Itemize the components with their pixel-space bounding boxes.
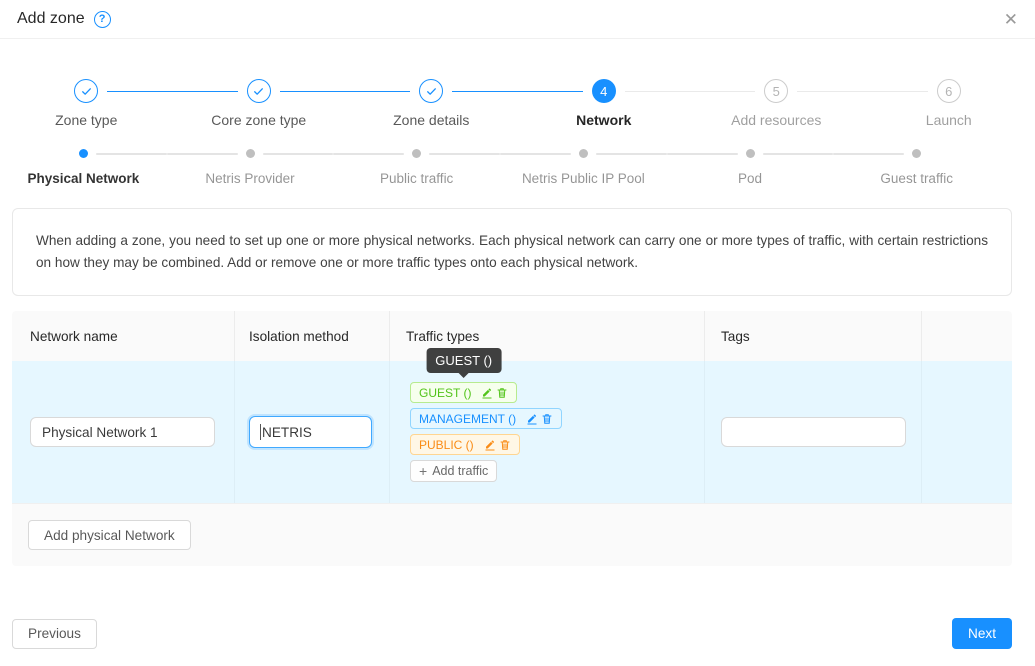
substep-physical-network: Physical Network — [0, 149, 167, 186]
tags-input[interactable] — [721, 417, 906, 447]
table-footer: Add physical Network — [12, 503, 1012, 566]
edit-icon[interactable] — [481, 387, 493, 399]
step-add-resources: 5 Add resources — [690, 79, 863, 128]
step-label: Zone type — [55, 112, 117, 128]
delete-icon[interactable] — [499, 439, 511, 451]
table-header: Network name Isolation method Traffic ty… — [12, 311, 1012, 361]
edit-icon[interactable] — [484, 439, 496, 451]
text-caret — [260, 424, 261, 440]
substep-label: Pod — [738, 171, 762, 186]
column-header-network-name: Network name — [12, 311, 235, 361]
traffic-tag-guest: GUEST () — [410, 382, 517, 403]
next-button[interactable]: Next — [952, 618, 1012, 649]
substep-label: Physical Network — [27, 171, 139, 186]
column-header-isolation-method: Isolation method — [235, 311, 390, 361]
wizard-actions: Previous Next — [12, 618, 1012, 649]
step-label: Launch — [926, 112, 972, 128]
network-name-input[interactable] — [30, 417, 215, 447]
dialog-title: Add zone — [17, 10, 85, 28]
step-number: 4 — [592, 79, 616, 103]
network-substeps: Physical Network Netris Provider Public … — [0, 149, 1000, 186]
step-label: Add resources — [731, 112, 821, 128]
substep-pod: Pod — [667, 149, 834, 186]
physical-network-table: Network name Isolation method Traffic ty… — [12, 311, 1012, 566]
substep-netris-provider: Netris Provider — [167, 149, 334, 186]
step-number: 6 — [937, 79, 961, 103]
table-row: NETRIS GUEST () GUEST () MANAGEMENT () — [12, 361, 1012, 503]
plus-icon: + — [419, 464, 427, 478]
step-label: Network — [576, 112, 631, 128]
add-physical-network-button[interactable]: Add physical Network — [28, 520, 191, 550]
substep-label: Netris Provider — [205, 171, 294, 186]
traffic-tag-management: MANAGEMENT () — [410, 408, 562, 429]
add-traffic-button[interactable]: + Add traffic — [410, 460, 497, 482]
delete-icon[interactable] — [541, 413, 553, 425]
previous-button[interactable]: Previous — [12, 619, 97, 649]
column-header-actions — [922, 311, 1012, 361]
step-dot — [412, 149, 421, 158]
delete-icon[interactable] — [496, 387, 508, 399]
substep-label: Guest traffic — [880, 171, 953, 186]
isolation-method-input[interactable]: NETRIS — [249, 416, 372, 448]
dialog-header: Add zone ? ✕ — [0, 0, 1035, 39]
step-label: Zone details — [393, 112, 469, 128]
check-icon — [247, 79, 271, 103]
step-dot — [246, 149, 255, 158]
substep-netris-public-ip-pool: Netris Public IP Pool — [500, 149, 667, 186]
step-core-zone-type: Core zone type — [173, 79, 346, 128]
edit-icon[interactable] — [526, 413, 538, 425]
column-header-tags: Tags — [705, 311, 922, 361]
traffic-tooltip: GUEST () — [426, 348, 501, 373]
step-dot — [912, 149, 921, 158]
step-dot — [79, 149, 88, 158]
step-dot — [579, 149, 588, 158]
close-icon[interactable]: ✕ — [1004, 11, 1018, 28]
check-icon — [419, 79, 443, 103]
step-zone-type: Zone type — [0, 79, 173, 128]
step-label: Core zone type — [211, 112, 306, 128]
question-circle-icon[interactable]: ? — [94, 11, 111, 28]
substep-label: Netris Public IP Pool — [522, 171, 645, 186]
step-launch: 6 Launch — [863, 79, 1035, 128]
traffic-types-list: GUEST () GUEST () MANAGEMENT () — [410, 382, 562, 482]
info-box: When adding a zone, you need to set up o… — [12, 208, 1012, 296]
wizard-steps: Zone type Core zone type Zone details 4 … — [0, 79, 1035, 128]
step-network: 4 Network — [518, 79, 691, 128]
traffic-tag-public: PUBLIC () — [410, 434, 520, 455]
step-number: 5 — [764, 79, 788, 103]
substep-public-traffic: Public traffic — [333, 149, 500, 186]
substep-guest-traffic: Guest traffic — [833, 149, 1000, 186]
check-icon — [74, 79, 98, 103]
step-dot — [746, 149, 755, 158]
isolation-method-value: NETRIS — [262, 425, 312, 440]
step-zone-details: Zone details — [345, 79, 518, 128]
substep-label: Public traffic — [380, 171, 453, 186]
